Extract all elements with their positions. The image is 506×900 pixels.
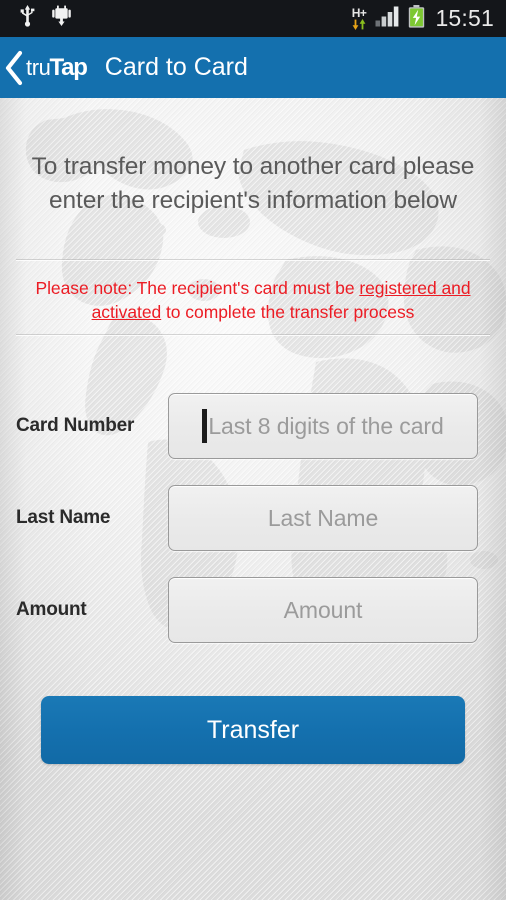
instruction-text: To transfer money to another card please… — [31, 153, 475, 214]
network-type-label: H+ — [351, 5, 367, 20]
form-row-last-name: Last Name Last Name — [0, 485, 506, 551]
divider-top — [16, 259, 490, 261]
brand-logo[interactable]: tru Tap — [26, 53, 88, 82]
action-bar: tru Tap Card to Card — [0, 37, 506, 98]
text-cursor — [202, 409, 208, 443]
status-bar-clock: 15:51 — [435, 5, 494, 31]
usb-icon — [18, 5, 37, 32]
status-bar: H+ 15:51 — [0, 0, 506, 37]
status-bar-left-icons — [0, 5, 352, 32]
placeholder-last-name: Last Name — [267, 504, 379, 531]
label-card-number: Card Number — [16, 415, 135, 436]
recipient-note: Please note: The recipient's card must b… — [28, 276, 478, 324]
brand-logo-tap: Tap — [49, 53, 88, 81]
android-debug-icon — [51, 5, 72, 32]
form-row-amount: Amount Amount — [0, 577, 506, 643]
transfer-button[interactable]: Transfer — [41, 696, 465, 764]
network-type-indicator: H+ — [351, 5, 367, 30]
divider-bottom — [16, 334, 490, 336]
signal-bars-icon — [375, 5, 401, 32]
status-bar-right-icons: H+ 15:51 — [351, 4, 506, 33]
app-screen: H+ 15:51 tru Tap Card to Card To transfe… — [0, 0, 506, 900]
brand-logo-tru: tru — [26, 54, 51, 80]
battery-charging-icon — [408, 4, 425, 33]
note-prefix: Please note: The recipient's card must b… — [35, 278, 360, 298]
note-suffix: to complete the transfer process — [161, 302, 415, 322]
placeholder-amount: Amount — [283, 596, 363, 623]
data-transfer-arrows-icon — [352, 18, 366, 30]
placeholder-card-number: Last 8 digits of the card — [208, 412, 444, 439]
input-card-number[interactable]: Last 8 digits of the card — [168, 393, 478, 459]
input-last-name[interactable]: Last Name — [168, 485, 478, 551]
form-row-card-number: Card Number Last 8 digits of the card — [0, 393, 506, 459]
back-chevron-icon[interactable] — [3, 49, 25, 87]
content-area: To transfer money to another card please… — [0, 98, 506, 900]
input-amount[interactable]: Amount — [168, 577, 478, 643]
label-last-name: Last Name — [16, 507, 111, 528]
page-title: Card to Card — [104, 53, 248, 81]
label-amount: Amount — [16, 599, 87, 620]
